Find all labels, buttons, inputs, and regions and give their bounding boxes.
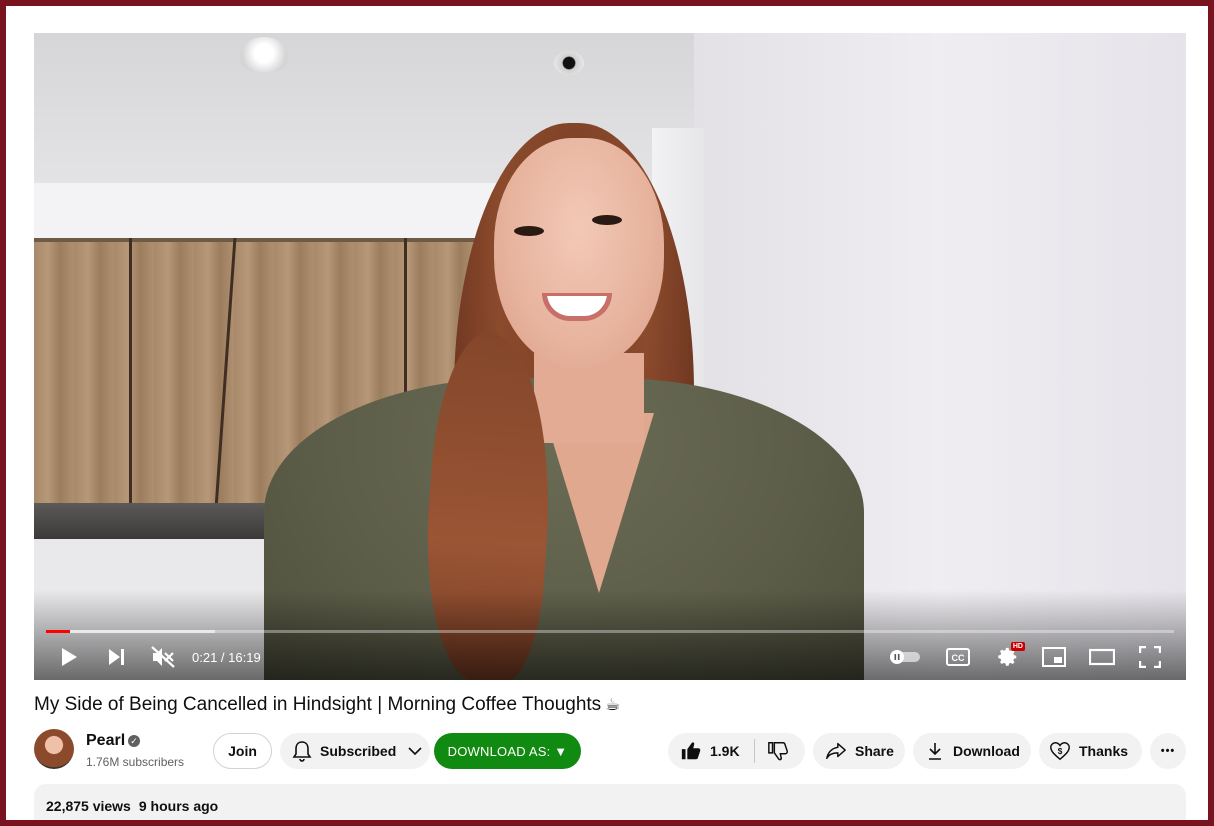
download-label: Download (953, 743, 1020, 759)
autoplay-toggle[interactable] (886, 642, 924, 672)
person-eye (592, 215, 622, 225)
time-display: 0:21 / 16:19 (192, 650, 261, 665)
like-dislike-group: 1.9K (668, 733, 805, 769)
bell-icon (292, 741, 312, 762)
subscriber-count: 1.76M subscribers (86, 755, 185, 769)
fullscreen-button[interactable] (1134, 642, 1166, 672)
hd-badge: HD (1010, 642, 1025, 651)
svg-text:$: $ (1058, 747, 1063, 756)
upload-age: 9 hours ago (138, 798, 219, 814)
theater-mode-button[interactable] (1086, 642, 1118, 672)
thumbs-down-icon[interactable] (767, 740, 789, 762)
duration: 16:19 (228, 650, 261, 665)
thanks-label: Thanks (1079, 743, 1129, 759)
skip-next-icon (109, 649, 124, 665)
subscribed-label: Subscribed (320, 743, 397, 759)
channel-avatar[interactable] (34, 729, 74, 769)
share-label: Share (855, 743, 894, 759)
ceiling-light (240, 37, 288, 73)
volume-muted-icon (151, 646, 175, 668)
video-frame (34, 33, 1186, 680)
description-meta: 22,875 views 9 hours ago (46, 798, 218, 814)
coffee-emoji-icon: ☕ (605, 695, 621, 714)
subscribed-button[interactable]: Subscribed (280, 733, 430, 769)
chevron-down-icon (408, 747, 422, 756)
heart-dollar-icon: $ (1050, 742, 1070, 761)
progress-buffered (46, 630, 216, 633)
channel-name[interactable]: Pearl (86, 732, 125, 750)
settings-button[interactable]: HD (992, 642, 1025, 672)
page: 0:21 / 16:19 CC HD My Side of Being Canc… (6, 6, 1208, 820)
current-time: 0:21 (192, 650, 218, 665)
share-button[interactable]: Share (813, 733, 905, 769)
next-button[interactable] (102, 642, 132, 672)
ceiling-sensor (554, 51, 584, 75)
view-count: 22,875 views (46, 798, 131, 814)
join-button[interactable]: Join (213, 733, 272, 769)
play-button[interactable] (54, 642, 84, 672)
svg-text:CC: CC (952, 653, 965, 663)
play-icon (62, 648, 77, 666)
miniplayer-icon (1042, 647, 1066, 667)
captions-button[interactable]: CC (942, 642, 974, 672)
scene-soffit (34, 183, 514, 241)
video-title: My Side of Being Cancelled in Hindsight … (34, 694, 620, 716)
player-controls: 0:21 / 16:19 CC HD (34, 634, 1186, 680)
verified-badge-icon: ✓ (128, 735, 140, 747)
thanks-button[interactable]: $ Thanks (1039, 733, 1142, 769)
time-separator: / (217, 650, 229, 665)
download-as-button[interactable]: DOWNLOAD AS: ▼ (434, 733, 581, 769)
video-player[interactable]: 0:21 / 16:19 CC HD (34, 33, 1186, 680)
download-icon (929, 743, 941, 760)
cabinet-seam (129, 238, 132, 508)
person-eye (514, 226, 544, 236)
like-count[interactable]: 1.9K (710, 743, 740, 759)
description-box[interactable]: 22,875 views 9 hours ago (34, 784, 1186, 820)
autoplay-toggle-icon (890, 650, 920, 664)
person-face (494, 138, 664, 368)
like-separator (753, 739, 755, 763)
theater-mode-icon (1089, 648, 1115, 666)
progress-played (46, 630, 71, 633)
fullscreen-icon (1139, 646, 1161, 668)
video-title-text: My Side of Being Cancelled in Hindsight … (34, 694, 602, 715)
more-actions-button[interactable]: ••• (1150, 733, 1186, 769)
cc-icon: CC (946, 648, 970, 666)
miniplayer-button[interactable] (1038, 642, 1070, 672)
share-icon (826, 742, 846, 760)
progress-bar[interactable] (46, 630, 1174, 633)
download-button[interactable]: Download (913, 733, 1031, 769)
mute-button[interactable] (148, 642, 178, 672)
thumbs-up-icon[interactable] (680, 740, 702, 762)
